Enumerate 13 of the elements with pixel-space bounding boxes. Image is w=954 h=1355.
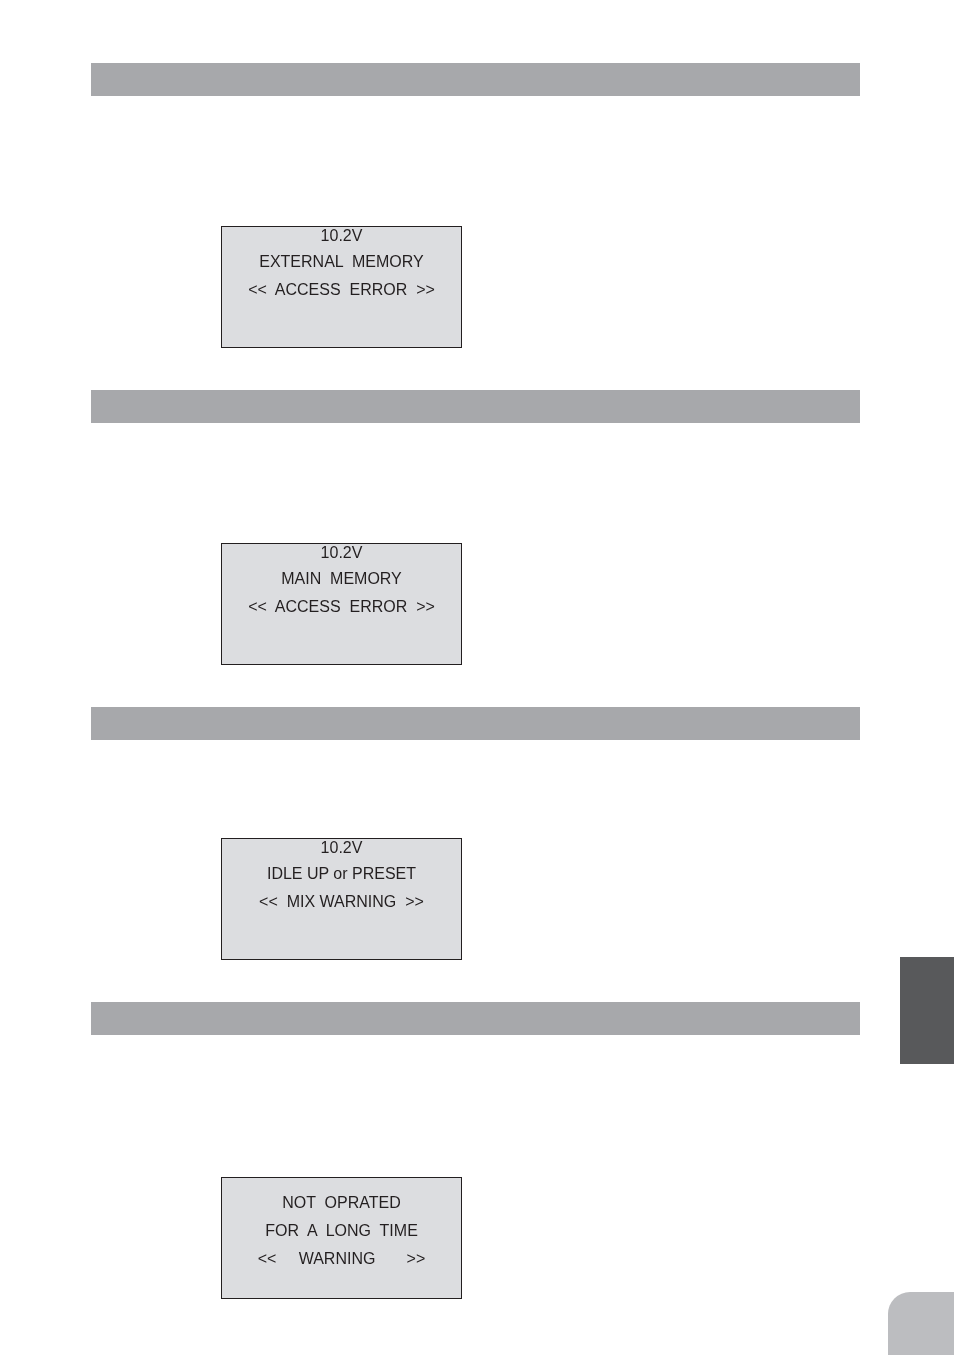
page-corner-block bbox=[888, 1292, 954, 1355]
voltage-reading: 10.2V bbox=[319, 544, 364, 562]
lcd-message-line: << MIX WARNING >> bbox=[258, 892, 425, 912]
lcd-message-line: << ACCESS ERROR >> bbox=[247, 280, 436, 300]
voltage-reading: 10.2V bbox=[319, 839, 364, 857]
lcd-message-line: EXTERNAL MEMORY bbox=[258, 252, 425, 272]
lcd-message-line: FOR A LONG TIME bbox=[264, 1221, 419, 1241]
lcd-message-line: MAIN MEMORY bbox=[280, 569, 403, 589]
lcd-message-line: << WARNING >> bbox=[256, 1249, 427, 1269]
lcd-message-line: << ACCESS ERROR >> bbox=[247, 597, 436, 617]
lcd-message-line: IDLE UP or PRESET bbox=[265, 864, 418, 884]
voltage-reading: 10.2V bbox=[319, 227, 364, 245]
lcd-message-line: NOT OPRATED bbox=[281, 1193, 402, 1213]
